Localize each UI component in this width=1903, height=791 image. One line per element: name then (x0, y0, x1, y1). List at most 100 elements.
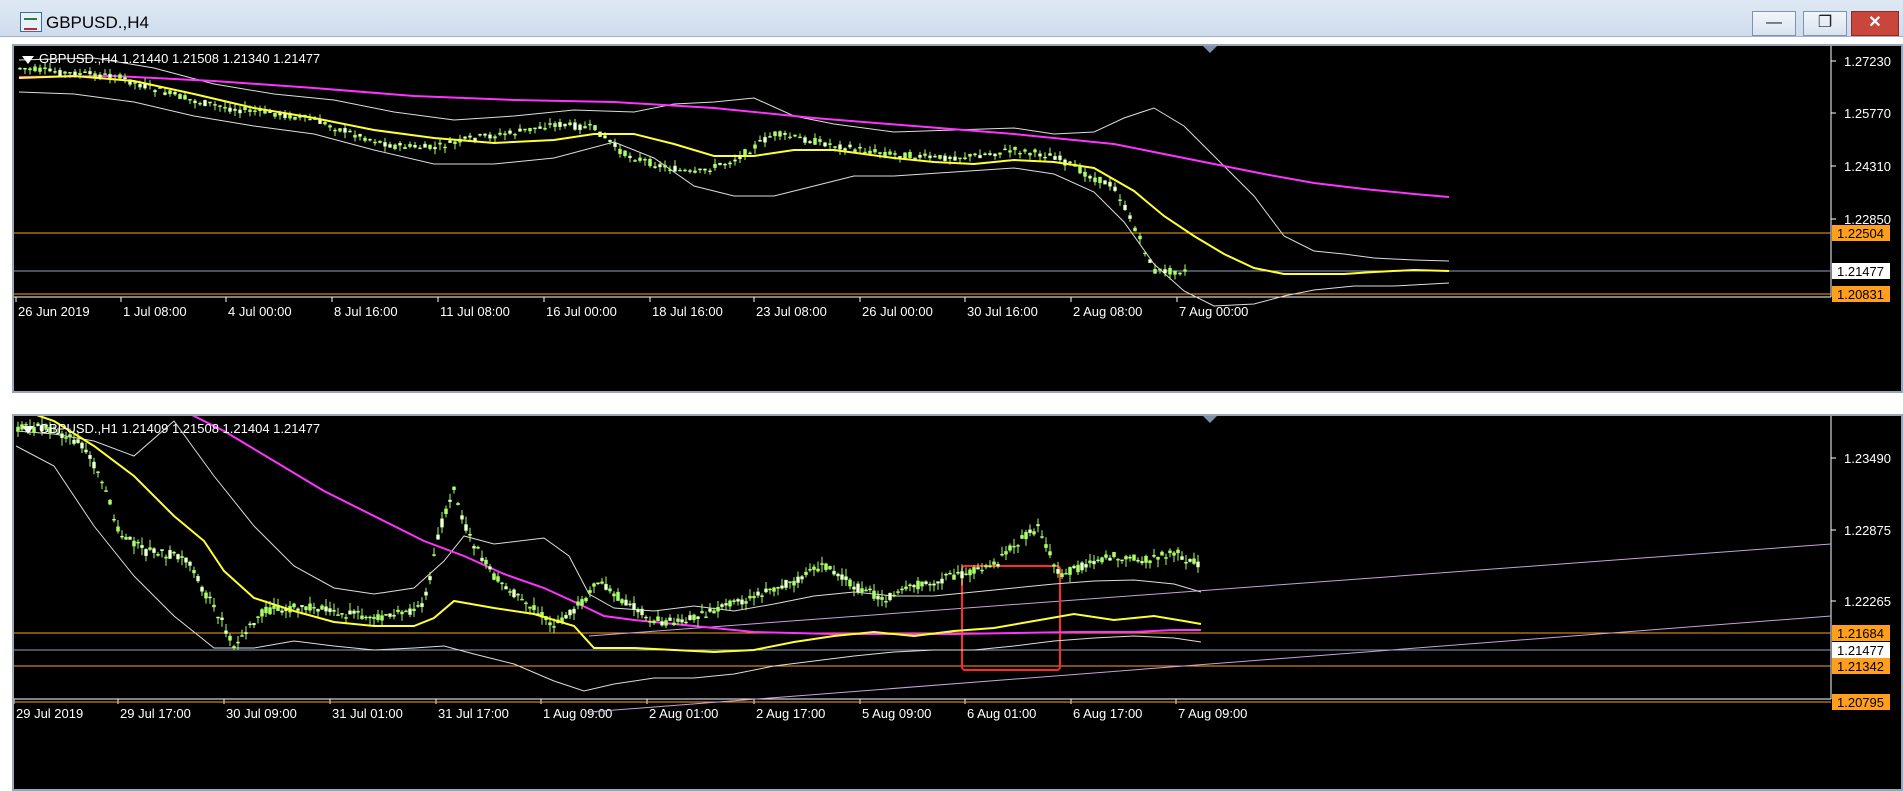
candle-body (1176, 549, 1180, 554)
candle-body (358, 133, 362, 137)
candle-body (48, 68, 52, 72)
candle-body (83, 71, 87, 73)
candle-body (168, 90, 172, 95)
candle-body (813, 138, 817, 145)
candle-body (484, 559, 488, 565)
candle-body (33, 66, 37, 72)
candle-body (736, 599, 740, 602)
candle-body (503, 133, 507, 136)
candle-body (1124, 556, 1128, 560)
panel-separator[interactable] (0, 393, 1903, 414)
candle-body (448, 140, 452, 143)
candle-body (404, 610, 408, 613)
candle-body (952, 574, 956, 580)
candle-body (748, 152, 752, 155)
candle-body (648, 158, 652, 167)
collapse-triangle-icon[interactable] (22, 55, 34, 64)
candle-body (348, 610, 352, 615)
candle-body (1128, 215, 1132, 219)
candle-body (1078, 166, 1082, 174)
candle-body (976, 567, 980, 570)
candle-body (828, 143, 832, 145)
candle-body (932, 583, 936, 586)
h4-chart-canvas[interactable]: 1.27230 1.25770 1.24310 1.22850 26 Jun 2019 1… (14, 46, 1901, 391)
time-label: 1 Jul 08:00 (123, 304, 187, 319)
candle-body (640, 608, 644, 616)
candle-body (1088, 560, 1092, 564)
candle-body (468, 135, 472, 138)
candle-body (428, 576, 432, 581)
candle-body (1138, 235, 1142, 240)
candle-body (764, 588, 768, 593)
minimize-button[interactable]: — (1752, 11, 1796, 36)
candle-body (648, 621, 652, 623)
candle-body (293, 116, 297, 120)
candle-body (1148, 259, 1152, 263)
h1-chart-panel[interactable]: 1.23490 1.22875 1.22265 29 Jul 2019 29 Jul 1… (12, 414, 1903, 791)
price-level-value: 1.22504 (1837, 226, 1884, 241)
candle-body (138, 83, 142, 88)
candle-body (772, 587, 776, 592)
candle-body (252, 622, 256, 626)
candle-body (1183, 269, 1187, 272)
candle-body (463, 136, 467, 139)
candle-body (43, 67, 47, 69)
time-label: 8 Jul 16:00 (334, 304, 398, 319)
candle-body (88, 71, 92, 75)
candle-body (616, 591, 620, 601)
price-label: 1.22850 (1844, 212, 1891, 227)
candle-body (76, 439, 80, 444)
candle-body (1116, 558, 1120, 561)
h1-chart-canvas[interactable]: 1.23490 1.22875 1.22265 29 Jul 2019 29 Jul 1… (14, 416, 1901, 789)
candle-body (498, 132, 502, 135)
candle-body (613, 142, 617, 147)
highlight-rectangle (961, 565, 1061, 671)
collapse-triangle-icon[interactable] (22, 425, 34, 434)
candle-body (400, 611, 404, 615)
candle-body (820, 563, 824, 565)
time-label: 2 Aug 17:00 (756, 706, 825, 721)
candle-body (304, 606, 308, 610)
candle-body (244, 632, 248, 634)
candle-body (88, 454, 92, 459)
candle-body (708, 170, 712, 173)
candle-body (748, 595, 752, 599)
candle-body (873, 149, 877, 153)
chart-shift-marker (1203, 416, 1217, 423)
fast-moving-average (18, 74, 1450, 275)
candle-body (1028, 529, 1032, 533)
candle-body (1103, 180, 1107, 185)
candle-body (208, 101, 212, 104)
candle-body (1092, 560, 1096, 565)
candle-body (753, 144, 757, 149)
candle-body (104, 490, 108, 492)
candle-body (733, 159, 737, 162)
candle-body (144, 549, 148, 556)
candle-body (872, 590, 876, 599)
candle-body (752, 596, 756, 599)
candle-body (1018, 152, 1022, 155)
candle-body (878, 152, 882, 154)
candle-body (624, 599, 628, 606)
candle-body (883, 151, 887, 157)
candle-body (233, 108, 237, 111)
candle-body (564, 614, 568, 619)
candle-body (133, 82, 137, 84)
candle-body (1140, 561, 1144, 564)
close-button[interactable]: ✕ (1851, 11, 1899, 36)
candle-body (1164, 557, 1168, 559)
candle-body (793, 134, 797, 137)
candle-body (816, 568, 820, 572)
time-label: 31 Jul 17:00 (438, 706, 509, 721)
maximize-button[interactable]: ❐ (1803, 11, 1847, 36)
h4-chart-panel[interactable]: 1.27230 1.25770 1.24310 1.22850 26 Jun 2019 1… (12, 44, 1903, 393)
candle-body (780, 585, 784, 589)
candle-body (940, 578, 944, 584)
candle-body (998, 152, 1002, 155)
candle-body (100, 481, 104, 484)
candle-body (492, 573, 496, 580)
candle-body (1113, 186, 1117, 191)
candle-body (798, 136, 802, 139)
candle-body (1100, 557, 1104, 563)
candle-body (656, 616, 660, 622)
